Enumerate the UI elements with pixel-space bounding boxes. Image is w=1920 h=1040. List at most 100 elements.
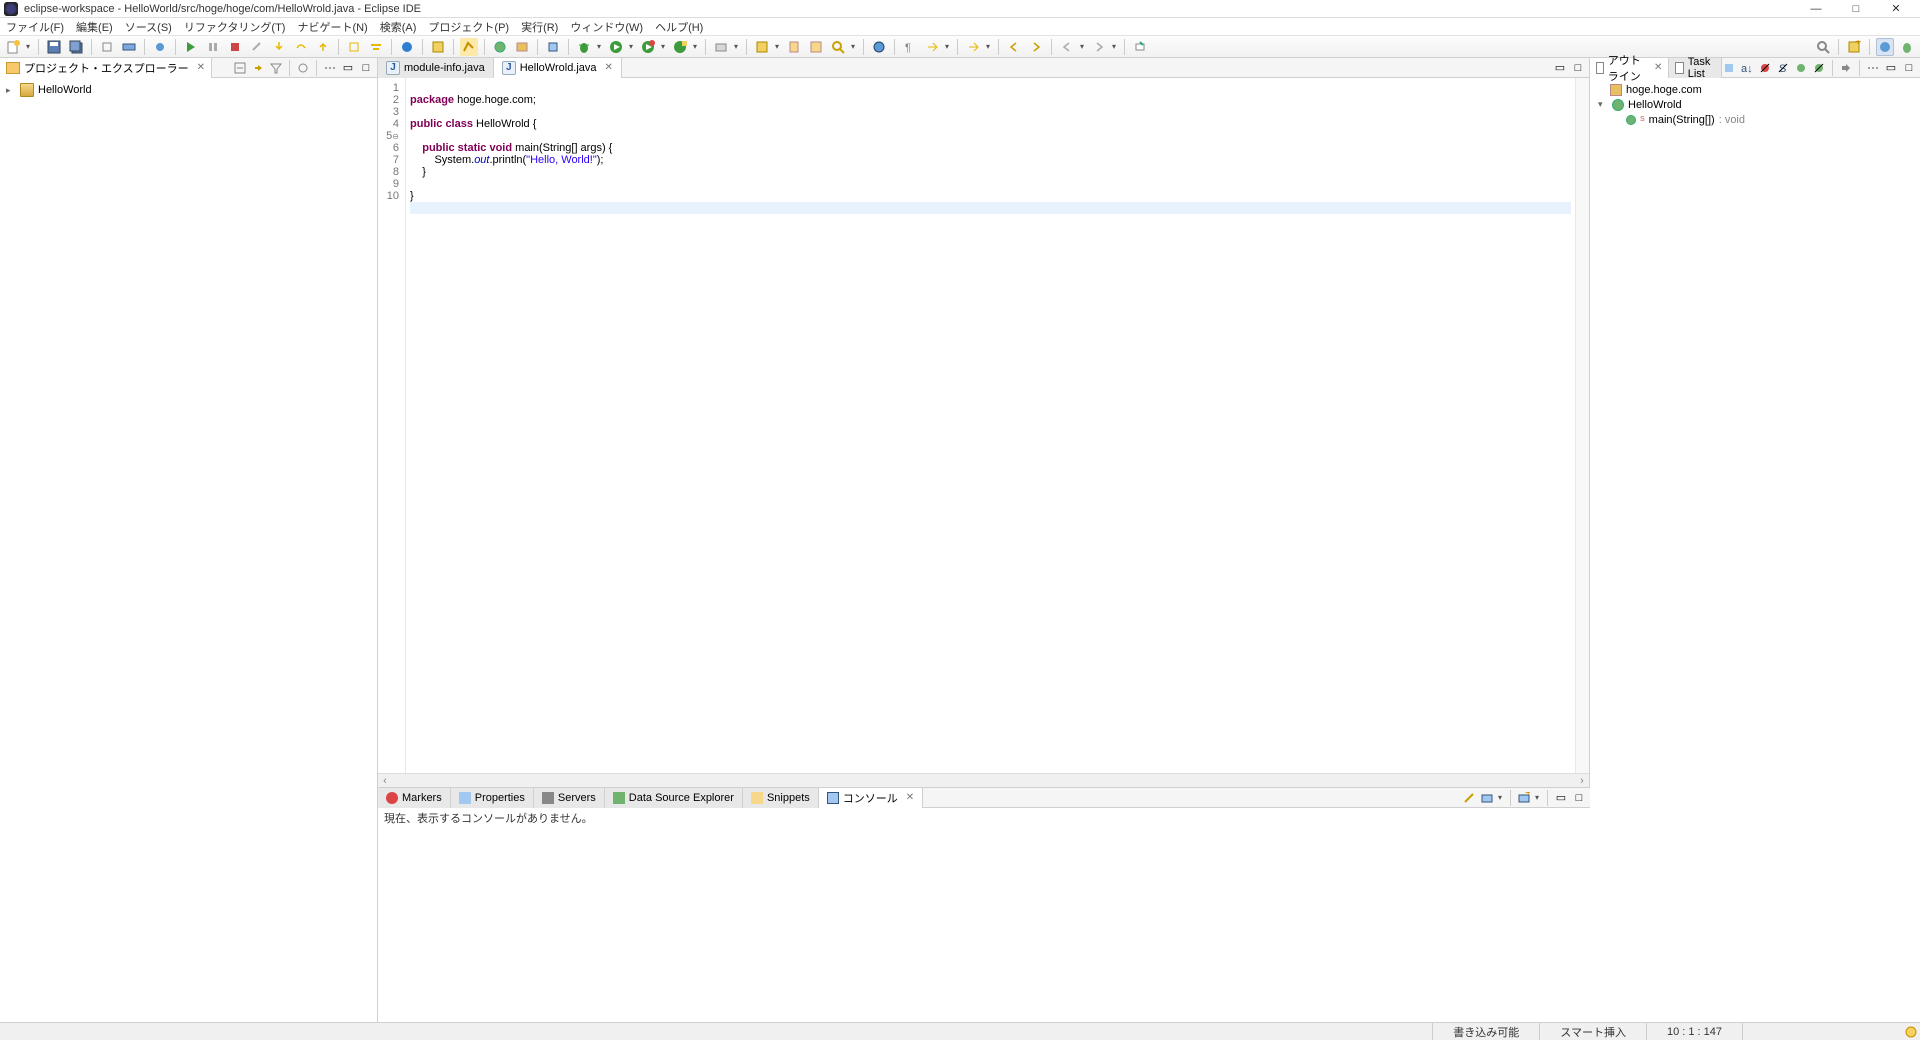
open-task-icon[interactable] bbox=[785, 38, 803, 56]
save-all-icon[interactable] bbox=[67, 38, 85, 56]
menu-refactor[interactable]: リファクタリング(T) bbox=[184, 19, 286, 35]
tab-servers[interactable]: Servers bbox=[534, 788, 605, 808]
coverage-launch-icon[interactable] bbox=[671, 38, 689, 56]
menu-navigate[interactable]: ナビゲート(N) bbox=[297, 19, 367, 35]
new-java-class-icon[interactable] bbox=[491, 38, 509, 56]
pin-editor-icon[interactable] bbox=[1131, 38, 1149, 56]
build-icon[interactable] bbox=[398, 38, 416, 56]
use-step-filters-icon[interactable] bbox=[367, 38, 385, 56]
terminate-icon[interactable] bbox=[226, 38, 244, 56]
minimize-editor-icon[interactable]: ▭ bbox=[1553, 61, 1567, 75]
new-connection-icon[interactable] bbox=[753, 38, 771, 56]
display-selected-console-icon[interactable] bbox=[1480, 791, 1494, 805]
tab-properties[interactable]: Properties bbox=[451, 788, 534, 808]
resume-icon[interactable] bbox=[182, 38, 200, 56]
forward-icon[interactable] bbox=[1027, 38, 1045, 56]
menu-run[interactable]: 実行(R) bbox=[521, 19, 558, 35]
link-with-editor-icon[interactable] bbox=[251, 61, 265, 75]
menu-search[interactable]: 検索(A) bbox=[380, 19, 417, 35]
run-icon[interactable] bbox=[607, 38, 625, 56]
close-icon[interactable]: ✕ bbox=[1654, 62, 1662, 73]
toggle-breadcrumb-icon[interactable] bbox=[120, 38, 138, 56]
hide-nonpublic-icon[interactable] bbox=[1794, 61, 1808, 75]
close-button[interactable]: ✕ bbox=[1876, 0, 1916, 18]
quick-access-icon[interactable] bbox=[1814, 38, 1832, 56]
tab-console[interactable]: コンソール✕ bbox=[819, 788, 923, 808]
history-forward-icon[interactable] bbox=[1090, 38, 1108, 56]
dropdown-icon[interactable]: ▾ bbox=[986, 42, 992, 51]
dropdown-icon[interactable]: ▾ bbox=[775, 42, 781, 51]
maximize-view-icon[interactable]: □ bbox=[359, 61, 373, 75]
step-over-icon[interactable] bbox=[292, 38, 310, 56]
coverage-icon[interactable] bbox=[429, 38, 447, 56]
dropdown-icon[interactable]: ▾ bbox=[597, 42, 603, 51]
maximize-view-icon[interactable]: □ bbox=[1902, 61, 1916, 75]
collapse-icon[interactable]: ▾ bbox=[1598, 99, 1608, 110]
debug-perspective-icon[interactable] bbox=[1898, 38, 1916, 56]
hide-local-icon[interactable] bbox=[1812, 61, 1826, 75]
menu-file[interactable]: ファイル(F) bbox=[6, 19, 64, 35]
run-last-icon[interactable] bbox=[639, 38, 657, 56]
focus-icon[interactable] bbox=[296, 61, 310, 75]
toggle-whitespace-icon[interactable]: ¶ bbox=[901, 38, 919, 56]
sort-icon[interactable]: a↓ bbox=[1740, 61, 1754, 75]
next-annotation-icon[interactable] bbox=[964, 38, 982, 56]
step-into-icon[interactable] bbox=[270, 38, 288, 56]
drop-to-frame-icon[interactable] bbox=[345, 38, 363, 56]
menu-edit[interactable]: 編集(E) bbox=[76, 19, 113, 35]
view-menu-icon[interactable] bbox=[323, 61, 337, 75]
pin-console-icon[interactable] bbox=[1462, 791, 1476, 805]
project-tree[interactable]: ▸ HelloWorld bbox=[0, 78, 377, 1022]
hide-fields-icon[interactable] bbox=[1758, 61, 1772, 75]
dropdown-icon[interactable]: ▾ bbox=[693, 42, 699, 51]
new-server-icon[interactable] bbox=[712, 38, 730, 56]
open-perspective-button[interactable]: + bbox=[1845, 38, 1863, 56]
link-outline-icon[interactable] bbox=[1839, 61, 1853, 75]
tree-item-helloworld[interactable]: ▸ HelloWorld bbox=[6, 82, 371, 98]
dropdown-icon[interactable]: ▾ bbox=[1080, 42, 1086, 51]
code-editor[interactable]: 12345⊖678910 package hoge.hoge.com; publ… bbox=[378, 78, 1589, 773]
toggle-mark-icon[interactable] bbox=[460, 38, 478, 56]
collapse-all-icon[interactable] bbox=[233, 61, 247, 75]
menu-project[interactable]: プロジェクト(P) bbox=[428, 19, 509, 35]
step-return-icon[interactable] bbox=[314, 38, 332, 56]
minimize-view-icon[interactable]: ▭ bbox=[341, 61, 355, 75]
editor-tab-module-info[interactable]: J module-info.java bbox=[378, 58, 494, 78]
dropdown-icon[interactable]: ▾ bbox=[629, 42, 635, 51]
dropdown-icon[interactable]: ▾ bbox=[945, 42, 951, 51]
maximize-editor-icon[interactable]: □ bbox=[1571, 61, 1585, 75]
tip-icon[interactable] bbox=[1902, 1026, 1920, 1038]
editor-tab-hellowrold[interactable]: J HelloWrold.java ✕ bbox=[494, 58, 622, 78]
outline-package[interactable]: hoge.hoge.com bbox=[1598, 82, 1912, 97]
outline-class[interactable]: ▾ HelloWrold bbox=[1598, 97, 1912, 112]
open-console-icon[interactable]: + bbox=[1517, 791, 1531, 805]
dropdown-icon[interactable]: ▾ bbox=[1498, 793, 1504, 802]
annotation-nav-icon[interactable] bbox=[923, 38, 941, 56]
code-content[interactable]: package hoge.hoge.com; public class Hell… bbox=[406, 78, 1575, 773]
skip-breakpoints-icon[interactable] bbox=[151, 38, 169, 56]
maximize-view-icon[interactable]: □ bbox=[1572, 791, 1586, 805]
dropdown-icon[interactable]: ▾ bbox=[1535, 793, 1541, 802]
link-editor-icon[interactable] bbox=[98, 38, 116, 56]
debug-icon[interactable] bbox=[575, 38, 593, 56]
dropdown-icon[interactable]: ▾ bbox=[26, 42, 32, 51]
tab-snippets[interactable]: Snippets bbox=[743, 788, 819, 808]
overview-ruler[interactable] bbox=[1575, 78, 1589, 773]
open-perspective-icon[interactable] bbox=[807, 38, 825, 56]
expand-icon[interactable]: ▸ bbox=[6, 85, 16, 96]
outline-tree[interactable]: hoge.hoge.com ▾ HelloWrold S main(String… bbox=[1590, 78, 1920, 131]
tab-markers[interactable]: Markers bbox=[378, 788, 451, 808]
close-icon[interactable]: ✕ bbox=[605, 62, 613, 73]
save-icon[interactable] bbox=[45, 38, 63, 56]
dropdown-icon[interactable]: ▾ bbox=[661, 42, 667, 51]
minimize-view-icon[interactable]: ▭ bbox=[1554, 791, 1568, 805]
outline-tab[interactable]: アウトライン ✕ bbox=[1590, 58, 1669, 78]
new-java-package-icon[interactable] bbox=[513, 38, 531, 56]
project-explorer-tab[interactable]: プロジェクト・エクスプローラー ✕ bbox=[0, 58, 212, 78]
hide-static-icon[interactable]: S bbox=[1776, 61, 1790, 75]
menu-help[interactable]: ヘルプ(H) bbox=[655, 19, 703, 35]
new-icon[interactable] bbox=[4, 38, 22, 56]
filter-icon[interactable] bbox=[269, 61, 283, 75]
java-ee-perspective-icon[interactable] bbox=[1876, 38, 1894, 56]
close-icon[interactable]: ✕ bbox=[906, 792, 914, 803]
